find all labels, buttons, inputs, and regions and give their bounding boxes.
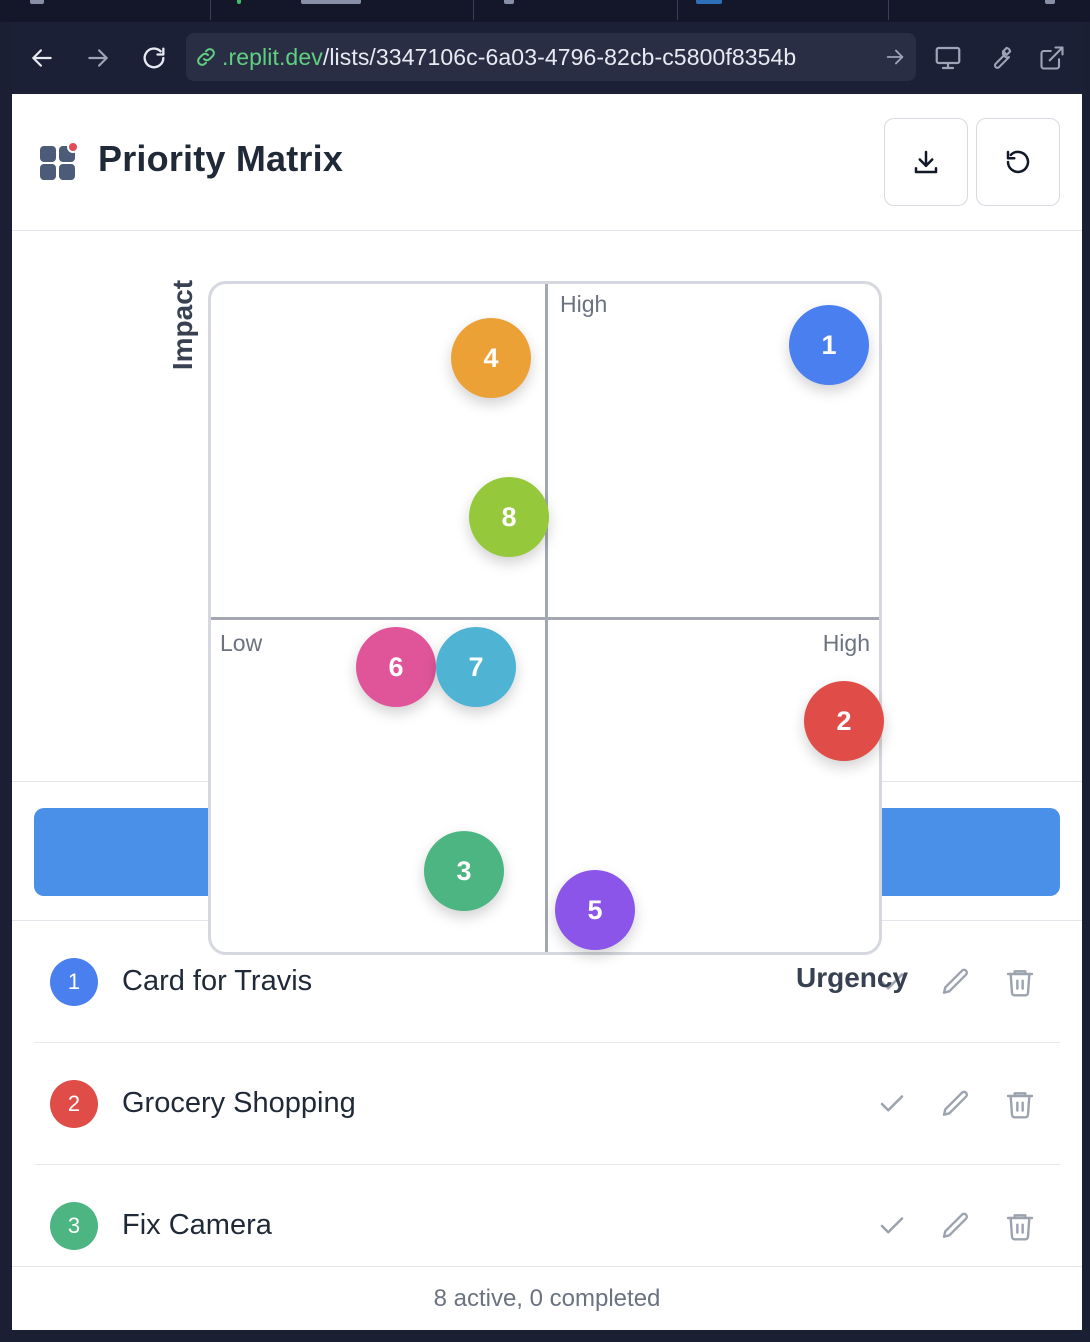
external-link-icon xyxy=(1040,46,1064,70)
browser-tab[interactable] xyxy=(678,0,889,20)
link-icon xyxy=(197,48,215,66)
matrix-dot[interactable]: 3 xyxy=(424,831,504,911)
matrix-dot[interactable]: 5 xyxy=(555,870,635,950)
delete-button[interactable] xyxy=(1002,964,1038,1000)
task-list: 1 Card for Travis 2 Grocery Shopping 3 F… xyxy=(12,921,1082,1267)
priority-matrix[interactable]: High Low High xyxy=(208,281,882,955)
browser-tab-strip xyxy=(0,0,1090,22)
reset-button[interactable] xyxy=(976,118,1060,206)
task-summary: 8 active, 0 completed xyxy=(433,1285,661,1312)
delete-button[interactable] xyxy=(1002,1208,1038,1244)
quadrant-label-bottom-left: Low xyxy=(220,630,263,656)
dot-number: 7 xyxy=(468,651,484,682)
monitor-icon xyxy=(935,46,961,70)
tools-button[interactable] xyxy=(982,40,1018,76)
dot-number: 8 xyxy=(501,501,517,532)
browser-tab[interactable] xyxy=(474,0,678,20)
task-title: Card for Travis xyxy=(122,965,313,997)
wrench-icon xyxy=(994,46,1012,69)
trash-icon xyxy=(1006,1092,1034,1119)
matrix-dot[interactable]: 2 xyxy=(804,681,884,761)
back-button[interactable] xyxy=(24,40,60,76)
dot-number: 6 xyxy=(388,651,404,682)
check-icon xyxy=(880,1217,904,1234)
window-edge xyxy=(0,22,12,1342)
browser-tab[interactable] xyxy=(889,0,1089,20)
open-external-button[interactable] xyxy=(1034,40,1070,76)
status-footer: 8 active, 0 completed xyxy=(12,1266,1082,1330)
delete-button[interactable] xyxy=(1002,1086,1038,1122)
reload-icon xyxy=(143,47,165,69)
x-axis-label: Urgency xyxy=(796,962,909,993)
complete-button[interactable] xyxy=(874,1208,910,1244)
pencil-icon xyxy=(942,1090,969,1116)
dot-number: 2 xyxy=(836,705,852,736)
arrow-left-icon xyxy=(32,49,52,67)
reset-icon xyxy=(1006,150,1030,174)
browser-toolbar: .replit.dev/lists/3347106c-6a03-4796-82c… xyxy=(12,22,1082,94)
url-text: .replit.dev/lists/3347106c-6a03-4796-82c… xyxy=(222,44,796,71)
browser-tab[interactable] xyxy=(0,0,211,20)
complete-button[interactable] xyxy=(874,1086,910,1122)
grid-logo-icon xyxy=(40,142,78,180)
window-edge xyxy=(1082,22,1090,1342)
matrix-dot[interactable]: 4 xyxy=(451,318,531,398)
matrix-dot[interactable]: 8 xyxy=(469,477,549,557)
task-number-badge: 2 xyxy=(50,1080,98,1128)
pencil-icon xyxy=(942,1212,969,1238)
edit-button[interactable] xyxy=(938,1208,974,1244)
matrix-dot[interactable]: 1 xyxy=(789,305,869,385)
task-number-badge: 1 xyxy=(50,958,98,1006)
dot-number: 3 xyxy=(456,855,472,886)
quadrant-label-top-right: High xyxy=(560,291,608,317)
reload-button[interactable] xyxy=(136,40,172,76)
pencil-icon xyxy=(942,968,969,994)
page-title: Priority Matrix xyxy=(98,138,344,179)
browser-tab[interactable] xyxy=(211,0,474,20)
trash-icon xyxy=(1006,1214,1034,1241)
list-item[interactable]: 2 Grocery Shopping xyxy=(34,1043,1060,1165)
address-bar[interactable]: .replit.dev/lists/3347106c-6a03-4796-82c… xyxy=(186,33,916,81)
edit-button[interactable] xyxy=(938,964,974,1000)
matrix-dot[interactable]: 7 xyxy=(436,627,516,707)
dot-number: 1 xyxy=(821,329,837,360)
download-icon xyxy=(914,150,938,174)
quadrant-label-bottom-right: High xyxy=(822,630,870,656)
matrix-dot[interactable]: 6 xyxy=(356,627,436,707)
matrix-horizontal-divider xyxy=(211,617,879,620)
dot-number: 5 xyxy=(587,894,603,925)
trash-icon xyxy=(1006,970,1034,997)
check-icon xyxy=(880,1095,904,1112)
arrow-right-icon[interactable] xyxy=(884,46,906,68)
devices-button[interactable] xyxy=(930,40,966,76)
url-path: /lists/3347106c-6a03-4796-82cb-c5800f835… xyxy=(322,43,797,70)
app-header: Priority Matrix xyxy=(12,94,1082,231)
forward-button[interactable] xyxy=(80,40,116,76)
download-button[interactable] xyxy=(884,118,968,206)
task-number-badge: 3 xyxy=(50,1202,98,1250)
url-host: .replit.dev xyxy=(222,43,323,70)
edit-button[interactable] xyxy=(938,1086,974,1122)
dot-number: 4 xyxy=(483,342,499,373)
arrow-right-icon xyxy=(88,49,108,67)
y-axis-label: Impact xyxy=(167,279,198,371)
task-title: Fix Camera xyxy=(122,1209,272,1241)
task-title: Grocery Shopping xyxy=(122,1087,356,1119)
